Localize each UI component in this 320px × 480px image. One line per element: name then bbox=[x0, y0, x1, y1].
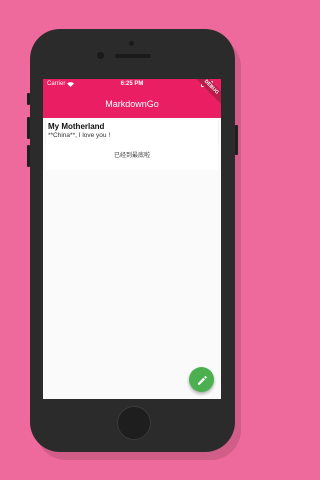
end-of-list-indicator: 已经到最底啦 bbox=[46, 142, 218, 170]
list-item-title: My Motherland bbox=[48, 122, 105, 131]
app-screen: Carrier 6:25 PM MarkdownGo DEBUG My Moth… bbox=[43, 79, 221, 399]
power-button bbox=[235, 125, 238, 155]
page-title: MarkdownGo bbox=[105, 99, 159, 109]
list-item[interactable]: My Motherland **China**, I love you ! bbox=[46, 120, 218, 142]
pencil-icon bbox=[198, 375, 207, 385]
volume-up-button bbox=[27, 117, 30, 139]
front-camera bbox=[129, 41, 134, 46]
volume-down-button bbox=[27, 145, 30, 167]
app-bar: Carrier 6:25 PM MarkdownGo DEBUG bbox=[43, 79, 221, 118]
mute-switch bbox=[27, 93, 30, 105]
proximity-sensor bbox=[97, 52, 104, 59]
status-bar: Carrier 6:25 PM bbox=[43, 79, 221, 90]
home-button[interactable] bbox=[117, 406, 151, 440]
earpiece-speaker bbox=[115, 54, 151, 58]
list-item-body: **China**, I love you ! bbox=[48, 132, 111, 139]
edit-fab-button[interactable] bbox=[189, 367, 214, 392]
status-time: 6:25 PM bbox=[120, 81, 144, 87]
phone-frame: Carrier 6:25 PM MarkdownGo DEBUG My Moth… bbox=[27, 29, 238, 452]
